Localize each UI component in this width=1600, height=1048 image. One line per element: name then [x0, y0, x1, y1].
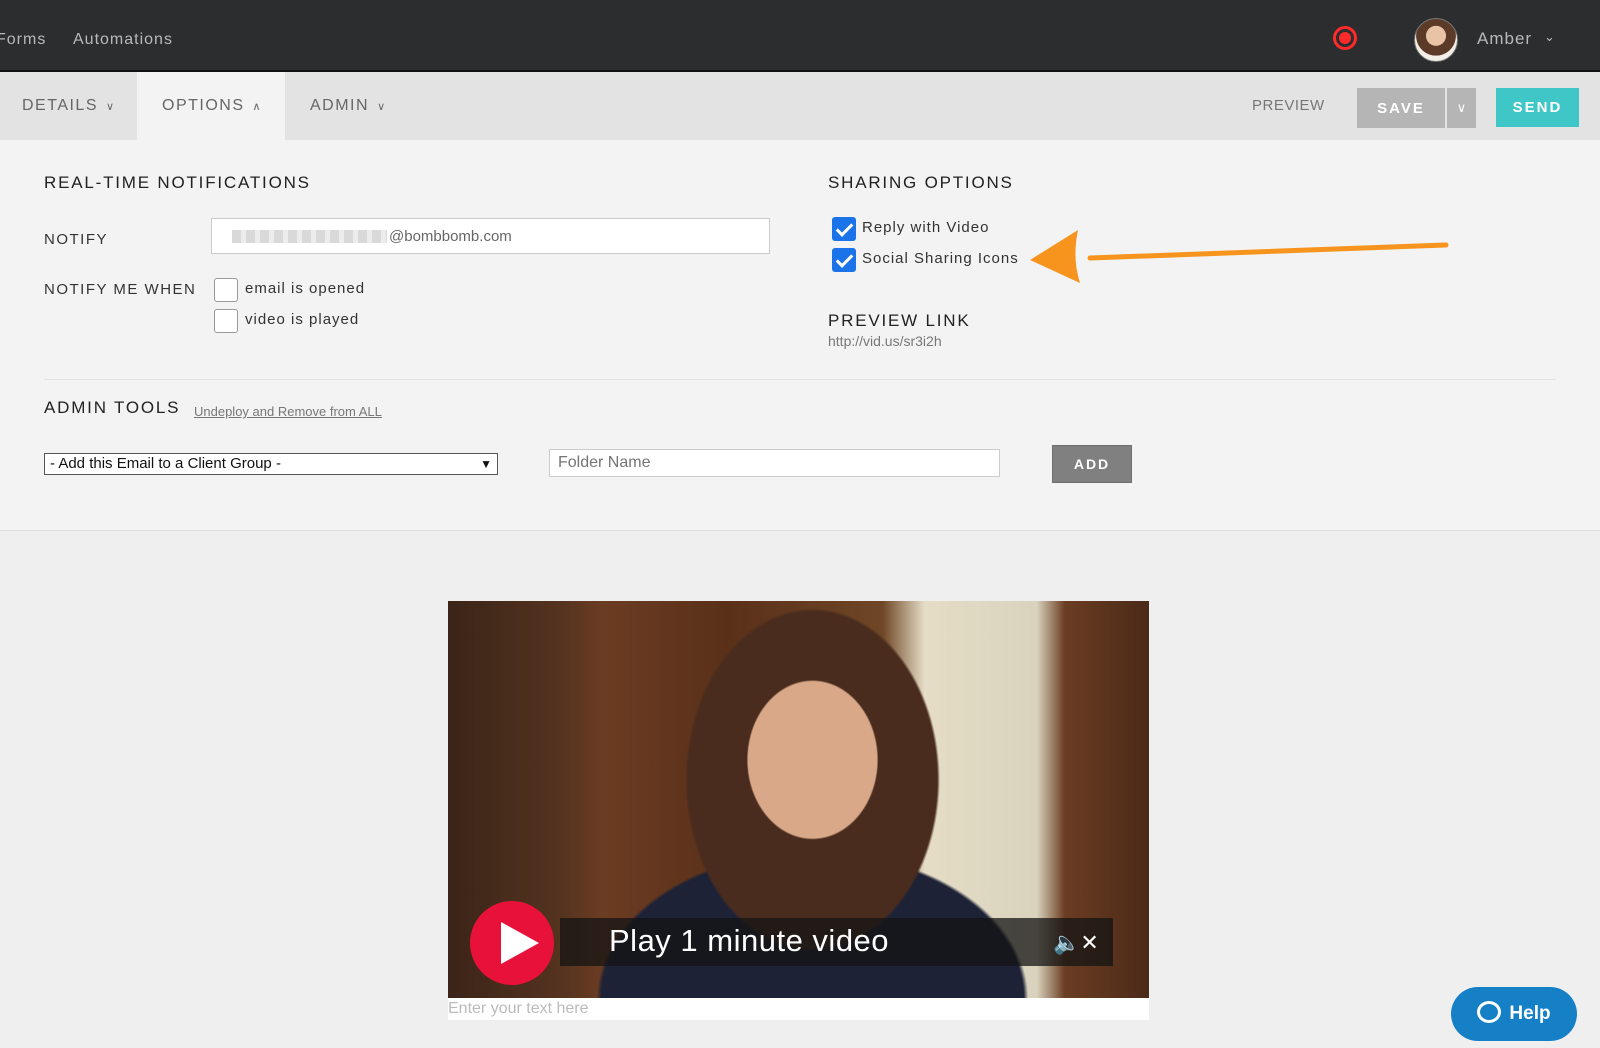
sharing-heading: SHARING OPTIONS	[828, 173, 1014, 192]
social-sharing-checkbox[interactable]	[832, 248, 856, 272]
play-icon[interactable]	[470, 901, 554, 985]
folder-name-input[interactable]	[549, 449, 1000, 477]
redacted-email	[232, 230, 387, 243]
chevron-up-icon: ∧	[252, 101, 263, 113]
admin-tools-heading: ADMIN TOOLS	[44, 398, 181, 417]
tab-options[interactable]: OPTIONS ∧	[137, 72, 285, 140]
tab-admin-label: ADMIN	[310, 97, 370, 114]
play-video-label: Play 1 minute video	[609, 923, 890, 958]
chevron-down-icon: ∨	[1456, 100, 1467, 115]
mute-icon[interactable]: 🔈✕	[1053, 930, 1099, 956]
save-options-button[interactable]: ∨	[1447, 88, 1476, 128]
chat-bubble-icon	[1477, 1000, 1502, 1023]
user-name[interactable]: Amber	[1477, 29, 1532, 49]
caption-input[interactable]: Enter your text here	[448, 998, 1149, 1020]
notify-email-value: @bombbomb.com	[389, 228, 512, 245]
social-sharing-label: Social Sharing Icons	[862, 250, 1019, 267]
chevron-down-icon: ▼	[480, 457, 492, 471]
top-navigation-bar: Forms Automations Amber ⌄	[0, 0, 1600, 72]
notify-label: NOTIFY	[44, 231, 108, 248]
avatar[interactable]	[1414, 18, 1458, 62]
client-group-select[interactable]: - Add this Email to a Client Group - ▼	[44, 453, 498, 475]
section-divider	[44, 379, 1556, 380]
reply-with-video-label: Reply with Video	[862, 219, 990, 236]
notify-email-field[interactable]: @bombbomb.com	[211, 218, 770, 254]
undeploy-link[interactable]: Undeploy and Remove from ALL	[194, 404, 382, 419]
notifications-heading: REAL-TIME NOTIFICATIONS	[44, 173, 311, 192]
video-played-label: video is played	[245, 311, 360, 328]
nav-automations[interactable]: Automations	[73, 31, 173, 49]
save-button[interactable]: SAVE	[1357, 88, 1445, 128]
help-button[interactable]: Help	[1451, 987, 1577, 1041]
tab-details[interactable]: DETAILS ∨	[0, 72, 137, 140]
email-opened-label: email is opened	[245, 280, 366, 297]
tab-admin[interactable]: ADMIN ∨	[310, 72, 430, 140]
preview-button[interactable]: PREVIEW	[1252, 97, 1325, 114]
preview-link[interactable]: http://vid.us/sr3i2h	[828, 333, 942, 349]
send-button[interactable]: SEND	[1496, 88, 1579, 127]
annotation-arrow	[1030, 230, 1449, 283]
preview-link-heading: PREVIEW LINK	[828, 311, 971, 330]
add-button[interactable]: ADD	[1052, 445, 1132, 483]
tab-details-label: DETAILS	[22, 97, 98, 114]
chevron-down-icon: ∨	[106, 101, 116, 113]
nav-forms[interactable]: Forms	[0, 31, 46, 49]
help-label: Help	[1509, 1003, 1551, 1024]
chevron-down-icon: ∨	[377, 101, 387, 113]
chevron-down-icon[interactable]: ⌄	[1544, 29, 1555, 45]
tab-options-label: OPTIONS	[162, 97, 245, 114]
video-played-checkbox[interactable]	[214, 309, 238, 333]
email-opened-checkbox[interactable]	[214, 278, 238, 302]
notify-me-when-label: NOTIFY ME WHEN	[44, 281, 197, 298]
reply-with-video-checkbox[interactable]	[832, 217, 856, 241]
record-icon[interactable]	[1333, 26, 1357, 50]
client-group-select-value: - Add this Email to a Client Group -	[50, 455, 281, 472]
